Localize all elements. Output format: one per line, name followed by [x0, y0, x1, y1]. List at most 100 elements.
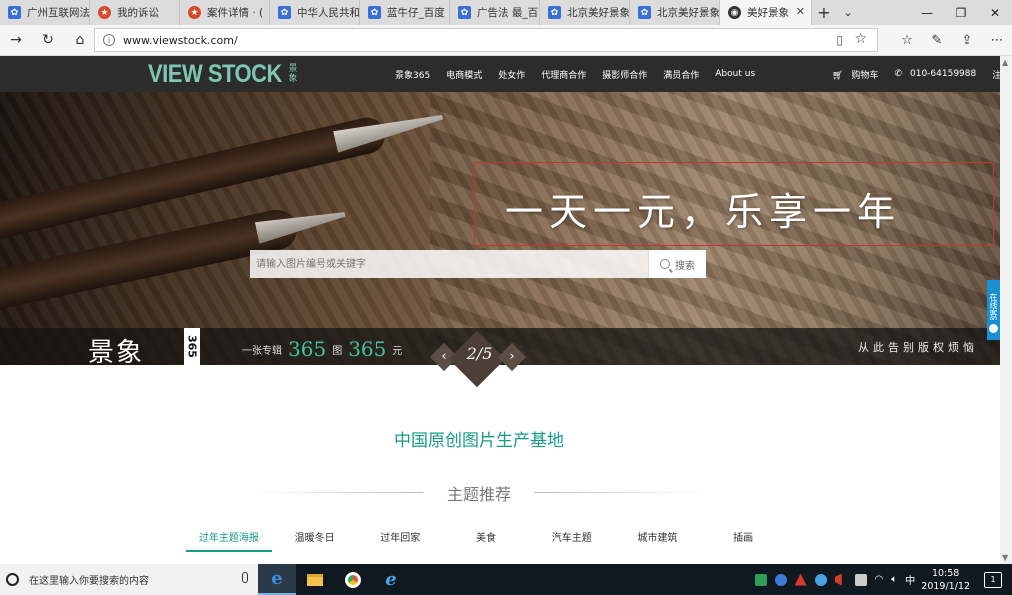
menu-item-365[interactable]: 景象365	[395, 68, 430, 81]
browser-tab-active[interactable]: ◉ 美好景象 ✕	[720, 0, 812, 25]
browser-tab[interactable]: ✿ 广告法 最_百	[450, 0, 540, 25]
refresh-icon[interactable]: ↻	[32, 25, 64, 56]
tab-title: 广告法 最_百	[477, 7, 539, 19]
browser-tab[interactable]: ✿ 中华人民共和	[270, 0, 360, 25]
menu-item-agent[interactable]: 代理商合作	[541, 68, 586, 81]
register-link[interactable]: 注册	[992, 68, 1000, 81]
tab-new-year-posters[interactable]: 过年主题海报	[186, 528, 272, 552]
tab-title: 案件详情 · (	[207, 7, 264, 19]
logo-text: VIEW STOCK	[148, 59, 282, 88]
section-title: 主题推荐	[0, 481, 958, 505]
close-window-icon[interactable]: ✕	[978, 0, 1012, 25]
search-icon	[660, 259, 670, 269]
share-icon[interactable]: ⇪	[952, 25, 982, 56]
reading-view-icon[interactable]: ▯	[836, 33, 843, 47]
taskbar-edge[interactable]: e	[258, 564, 296, 595]
menu-item-photographer[interactable]: 摄影师合作	[602, 68, 647, 81]
browser-tab[interactable]: ✿ 北京美好景象	[630, 0, 720, 25]
tab-list-chevron-icon[interactable]: ⌄	[836, 0, 860, 25]
wifi-icon[interactable]: ◠	[875, 574, 884, 585]
menu-item-ecommerce[interactable]: 电商模式	[446, 68, 482, 81]
scroll-up-icon[interactable]: ▲	[1002, 58, 1008, 67]
tab-title: 北京美好景象	[657, 7, 720, 19]
clock-time: 10:58	[931, 567, 960, 579]
promo-tagline: 从此告别版权烦恼	[858, 341, 978, 354]
tab-food[interactable]: 美食	[443, 528, 529, 552]
page-headline: 中国原创图片生产基地	[394, 431, 564, 451]
tab-warm-winter[interactable]: 温暖冬日	[272, 528, 358, 552]
battery-icon[interactable]	[854, 573, 867, 586]
paw-icon: ✿	[368, 6, 381, 19]
close-icon[interactable]: ✕	[796, 5, 805, 18]
system-clock[interactable]: 10:58 2019/1/12	[921, 567, 970, 593]
browser-tab[interactable]: ✿ 广州互联网法	[0, 0, 90, 25]
url-field[interactable]: i www.viewstock.com/ ▯ ☆	[94, 28, 878, 52]
browser-toolbar-right: ☆ ✎ ⇪ ⋯	[892, 25, 1012, 56]
search-button[interactable]: 搜索	[648, 250, 706, 278]
security-icon[interactable]	[754, 573, 767, 586]
promo-offer: 一张专辑 365 图 365 元	[242, 337, 403, 361]
tab-title: 美好景象	[747, 7, 789, 19]
minimize-icon[interactable]: —	[910, 0, 944, 25]
cart-link[interactable]: 🛒︎ 购物车	[832, 68, 886, 81]
paw-icon: ✿	[278, 6, 291, 19]
more-icon[interactable]: ⋯	[982, 25, 1012, 56]
taskbar-ie[interactable]: e	[372, 564, 410, 595]
tab-title: 我的诉讼	[117, 7, 159, 19]
image-search: 搜索	[250, 250, 706, 278]
restore-icon[interactable]: ❐	[944, 0, 978, 25]
taskbar-chrome[interactable]	[334, 564, 372, 595]
new-tab-button[interactable]: +	[812, 0, 836, 25]
pen-icon[interactable]: ✎	[922, 25, 952, 56]
favorites-icon[interactable]: ☆	[892, 25, 922, 56]
cortana-icon	[6, 573, 19, 586]
cloud-icon[interactable]	[774, 573, 787, 586]
promo-brand: 景象	[88, 338, 145, 365]
category-tabs: 过年主题海报 温暖冬日 过年回家 美食 汽车主题 城市建筑 插画	[186, 528, 786, 554]
menu-item-about[interactable]: About us	[715, 69, 755, 79]
tab-title: 北京美好景象	[567, 7, 630, 19]
notification-center-icon[interactable]: 1	[984, 571, 1002, 588]
home-icon[interactable]: ⌂	[64, 25, 96, 56]
tab-cars[interactable]: 汽车主题	[529, 528, 615, 552]
browser-tab[interactable]: ✿ 蓝牛仔_百度	[360, 0, 450, 25]
address-bar: → ↻ ⌂ i www.viewstock.com/ ▯ ☆ ☆ ✎ ⇪ ⋯	[0, 25, 1012, 56]
taskbar-search[interactable]: 在这里输入你要搜索的内容	[0, 564, 258, 595]
search-input[interactable]	[250, 250, 648, 278]
taskbar-explorer[interactable]	[296, 564, 334, 595]
microphone-icon[interactable]	[242, 572, 248, 583]
chat-icon[interactable]	[987, 320, 1000, 340]
antivirus-icon[interactable]	[794, 573, 807, 586]
logo-cn: 景象	[288, 64, 298, 84]
phone-icon: ✆	[894, 69, 902, 79]
ime-indicator[interactable]: 中	[905, 572, 915, 587]
scroll-down-icon[interactable]: ▼	[1002, 553, 1008, 562]
site-logo[interactable]: VIEW STOCK 景象	[148, 59, 300, 88]
viewstock-icon: ◉	[728, 6, 741, 19]
favorite-star-icon[interactable]: ☆	[854, 31, 867, 47]
page-scrollbar[interactable]: ▲ ▼	[1000, 56, 1012, 564]
chevron-right-icon: ›	[509, 349, 515, 364]
tab-going-home[interactable]: 过年回家	[357, 528, 443, 552]
hero-banner[interactable]: 一天一元，乐享一年 搜索 景象 365 一张专辑365图365元 从此告别版权烦…	[0, 92, 1000, 365]
volume-icon[interactable]: 🔈︎	[891, 574, 897, 585]
browser-tab[interactable]: ✿ 北京美好景象	[540, 0, 630, 25]
info-icon[interactable]: i	[103, 34, 115, 46]
page-viewport: VIEW STOCK 景象 景象365 电商模式 处女作 代理商合作 摄影师合作…	[0, 56, 1000, 564]
main-menu: 景象365 电商模式 处女作 代理商合作 摄影师合作 满员合作 About us	[395, 56, 771, 92]
taskbar: 在这里输入你要搜索的内容 e e ◠ 🔈︎ 中 10:58 2019/1/12 …	[0, 564, 1012, 595]
hero-slogan: 一天一元，乐享一年	[505, 190, 902, 234]
tab-illustration[interactable]: 插画	[700, 528, 786, 552]
alert-icon[interactable]	[834, 573, 842, 586]
browser-tab[interactable]: ★ 我的诉讼	[90, 0, 180, 25]
sync-icon[interactable]	[814, 573, 827, 586]
header-right: 🛒︎购物车 ✆010-64159988 注册 登录	[832, 56, 1000, 92]
chrome-icon	[345, 571, 361, 588]
menu-item-member[interactable]: 满员合作	[663, 68, 699, 81]
carousel-next-button[interactable]: ›	[497, 342, 527, 372]
taskbar-search-placeholder: 在这里输入你要搜索的内容	[29, 576, 149, 587]
browser-tab[interactable]: ★ 案件详情 · (	[180, 0, 270, 25]
menu-item-debut[interactable]: 处女作	[498, 68, 525, 81]
tab-architecture[interactable]: 城市建筑	[615, 528, 701, 552]
back-arrow-icon[interactable]: →	[0, 25, 32, 56]
